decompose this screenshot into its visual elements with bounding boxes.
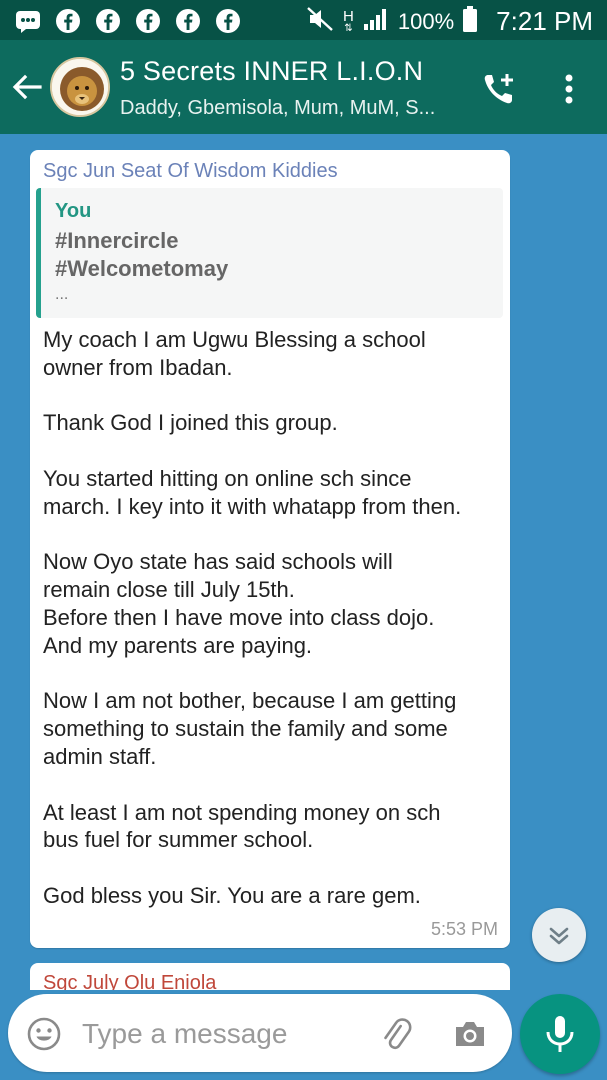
quoted-author: You — [55, 200, 92, 222]
signal-icon — [362, 6, 390, 37]
battery-icon — [462, 5, 478, 38]
message-input-container[interactable]: Type a message — [8, 994, 512, 1072]
attach-icon[interactable] — [378, 1016, 414, 1052]
microphone-icon — [546, 1016, 574, 1052]
compose-bar: Type a message — [0, 990, 607, 1080]
battery-percent: 100% — [397, 8, 455, 34]
voice-record-button[interactable] — [520, 994, 600, 1074]
more-options-icon[interactable] — [556, 70, 582, 108]
message-paragraph: Now Oyo state has said schools will rema… — [43, 549, 435, 658]
message-paragraph: You started hitting on online sch since … — [43, 465, 462, 519]
quoted-message[interactable]: You #Innercircle #Welcometomay ... — [36, 188, 503, 318]
message-text: My coach I am Ugwu Blessing a school own… — [43, 326, 503, 938]
message-timestamp: 5:53 PM — [430, 919, 498, 939]
group-members[interactable]: Daddy, Gbemisola, Mum, MuM, S... — [120, 97, 435, 120]
emoji-icon[interactable] — [26, 1016, 62, 1052]
quoted-text-line: #Welcometomay — [55, 256, 229, 281]
message-paragraph: At least I am not spending money on sch … — [43, 799, 441, 853]
message-paragraph: Now I am not bother, because I am gettin… — [43, 688, 457, 769]
facebook-icon — [174, 7, 201, 34]
message-sender[interactable]: Sgc Jun Seat Of Wisdom Kiddies — [43, 160, 338, 183]
message-bubble[interactable]: Sgc Jun Seat Of Wisdom Kiddies You #Inne… — [30, 150, 510, 948]
clock: 7:21 PM — [496, 6, 593, 36]
facebook-icon — [54, 7, 81, 34]
message-input[interactable]: Type a message — [82, 1018, 287, 1050]
double-chevron-down-icon — [549, 927, 569, 945]
bbm-icon — [14, 7, 41, 34]
group-avatar[interactable] — [50, 57, 110, 117]
chat-header: 5 Secrets INNER L.I.O.N Daddy, Gbemisola… — [0, 40, 607, 134]
system-status: H ⇅ 100% 7:21 PM — [305, 4, 593, 39]
facebook-icon — [214, 7, 241, 34]
mute-icon — [305, 4, 335, 39]
facebook-icon — [134, 7, 161, 34]
facebook-icon — [94, 7, 121, 34]
quoted-text-line: #Innercircle — [55, 228, 179, 253]
status-bar: H ⇅ 100% 7:21 PM — [0, 0, 607, 40]
scroll-to-bottom-button[interactable] — [532, 908, 586, 962]
camera-icon[interactable] — [452, 1016, 488, 1052]
back-arrow-icon[interactable] — [10, 70, 44, 104]
message-paragraph: Thank God I joined this group. — [43, 410, 338, 436]
notification-icons — [14, 7, 241, 34]
quoted-text-ellipsis: ... — [55, 286, 69, 303]
message-paragraph: God bless you Sir. You are a rare gem. — [43, 882, 421, 908]
network-type-icon: H ⇅ — [343, 8, 354, 34]
group-title[interactable]: 5 Secrets INNER L.I.O.N — [120, 56, 423, 87]
add-call-icon[interactable] — [480, 70, 518, 108]
message-paragraph: My coach I am Ugwu Blessing a school own… — [43, 327, 426, 380]
